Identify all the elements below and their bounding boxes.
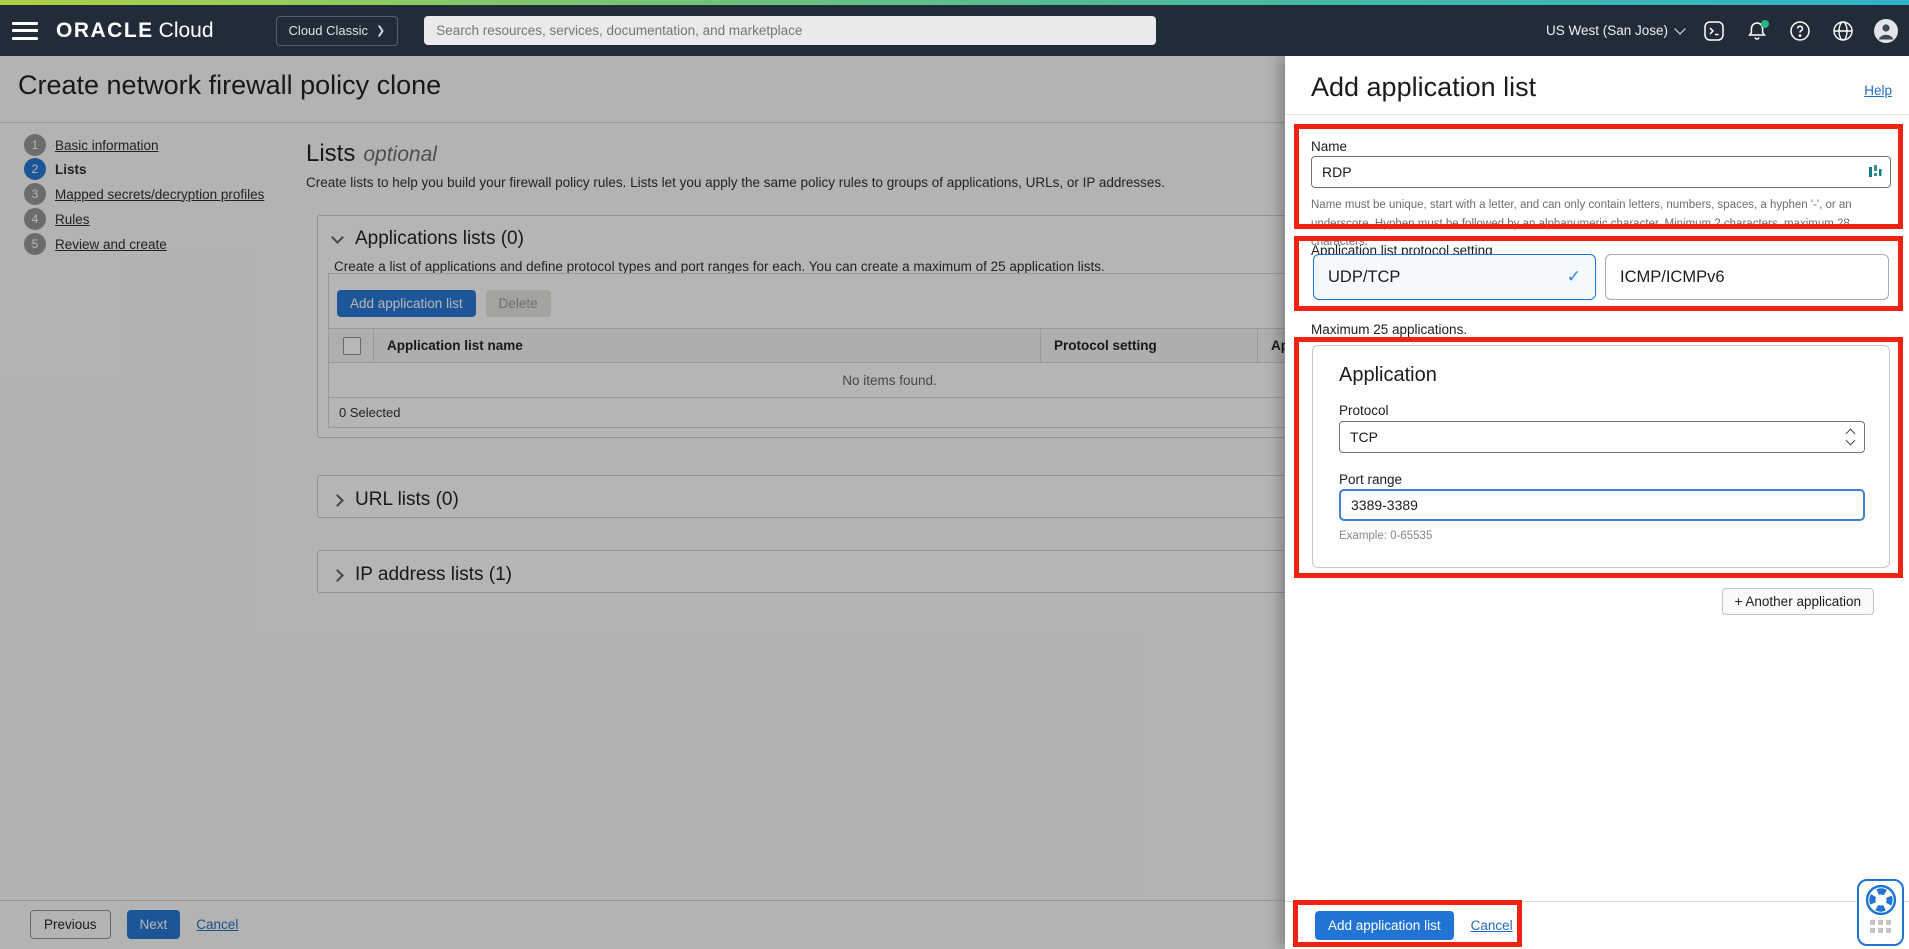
brand-word-oracle: ORACLE xyxy=(56,19,154,42)
global-search-input[interactable] xyxy=(424,16,1156,45)
region-selector[interactable]: US West (San Jose) xyxy=(1546,23,1684,38)
notifications-bell-icon[interactable] xyxy=(1744,18,1770,44)
another-application-button[interactable]: + Another application xyxy=(1722,588,1874,615)
add-application-list-panel: Add application list Help Name Name must… xyxy=(1285,56,1909,949)
panel-header-divider xyxy=(1285,114,1909,115)
chevron-down-icon xyxy=(1674,23,1685,34)
notification-status-dot xyxy=(1761,20,1769,28)
help-link[interactable]: Help xyxy=(1864,83,1892,98)
panel-title: Add application list xyxy=(1311,72,1536,103)
top-navigation-bar: ORACLECloud Cloud Classic ❯ US West (San… xyxy=(0,5,1909,56)
hamburger-menu-icon[interactable] xyxy=(12,22,38,40)
support-assistant-widget[interactable] xyxy=(1857,879,1904,946)
cloud-shell-icon[interactable] xyxy=(1701,18,1727,44)
port-range-example: Example: 0-65535 xyxy=(1339,530,1432,542)
application-card: Application Protocol TCP Port range Exam… xyxy=(1312,345,1890,568)
cloud-classic-label: Cloud Classic xyxy=(289,23,368,38)
select-stepper-icon[interactable] xyxy=(1847,430,1854,444)
oracle-cloud-logo[interactable]: ORACLECloud xyxy=(56,19,214,43)
protocol-select[interactable]: TCP xyxy=(1339,421,1865,453)
lifebuoy-icon[interactable] xyxy=(1865,884,1897,916)
profile-avatar[interactable] xyxy=(1873,18,1899,44)
chevron-right-icon: ❯ xyxy=(376,24,385,37)
screen: ORACLECloud Cloud Classic ❯ US West (San… xyxy=(0,0,1909,949)
modal-dim-overlay xyxy=(0,56,1285,949)
panel-add-application-list-button[interactable]: Add application list xyxy=(1315,911,1454,940)
checkmark-icon: ✓ xyxy=(1567,267,1581,287)
language-globe-icon[interactable] xyxy=(1830,18,1856,44)
panel-footer: Add application list Cancel xyxy=(1285,901,1909,949)
cloud-classic-button[interactable]: Cloud Classic ❯ xyxy=(276,16,399,46)
max-applications-note: Maximum 25 applications. xyxy=(1311,322,1467,337)
port-range-label: Port range xyxy=(1339,472,1402,487)
option-udp-tcp[interactable]: UDP/TCP ✓ xyxy=(1313,254,1596,300)
topbar-actions: US West (San Jose) xyxy=(1546,5,1899,56)
protocol-label: Protocol xyxy=(1339,403,1389,418)
panel-cancel-link[interactable]: Cancel xyxy=(1471,918,1513,933)
option-label: ICMP/ICMPv6 xyxy=(1620,268,1725,287)
input-validation-icon xyxy=(1868,164,1882,180)
region-label: US West (San Jose) xyxy=(1546,23,1668,38)
name-input[interactable] xyxy=(1311,156,1891,188)
port-range-input[interactable] xyxy=(1339,489,1865,521)
brand-word-cloud: Cloud xyxy=(159,19,214,42)
name-label: Name xyxy=(1311,139,1347,154)
help-icon[interactable] xyxy=(1787,18,1813,44)
application-card-title: Application xyxy=(1339,364,1437,387)
drag-handle-dots[interactable] xyxy=(1870,920,1891,933)
option-icmp-icmpv6[interactable]: ICMP/ICMPv6 xyxy=(1605,254,1889,300)
option-label: UDP/TCP xyxy=(1328,268,1400,287)
protocol-selected-value: TCP xyxy=(1350,429,1378,445)
